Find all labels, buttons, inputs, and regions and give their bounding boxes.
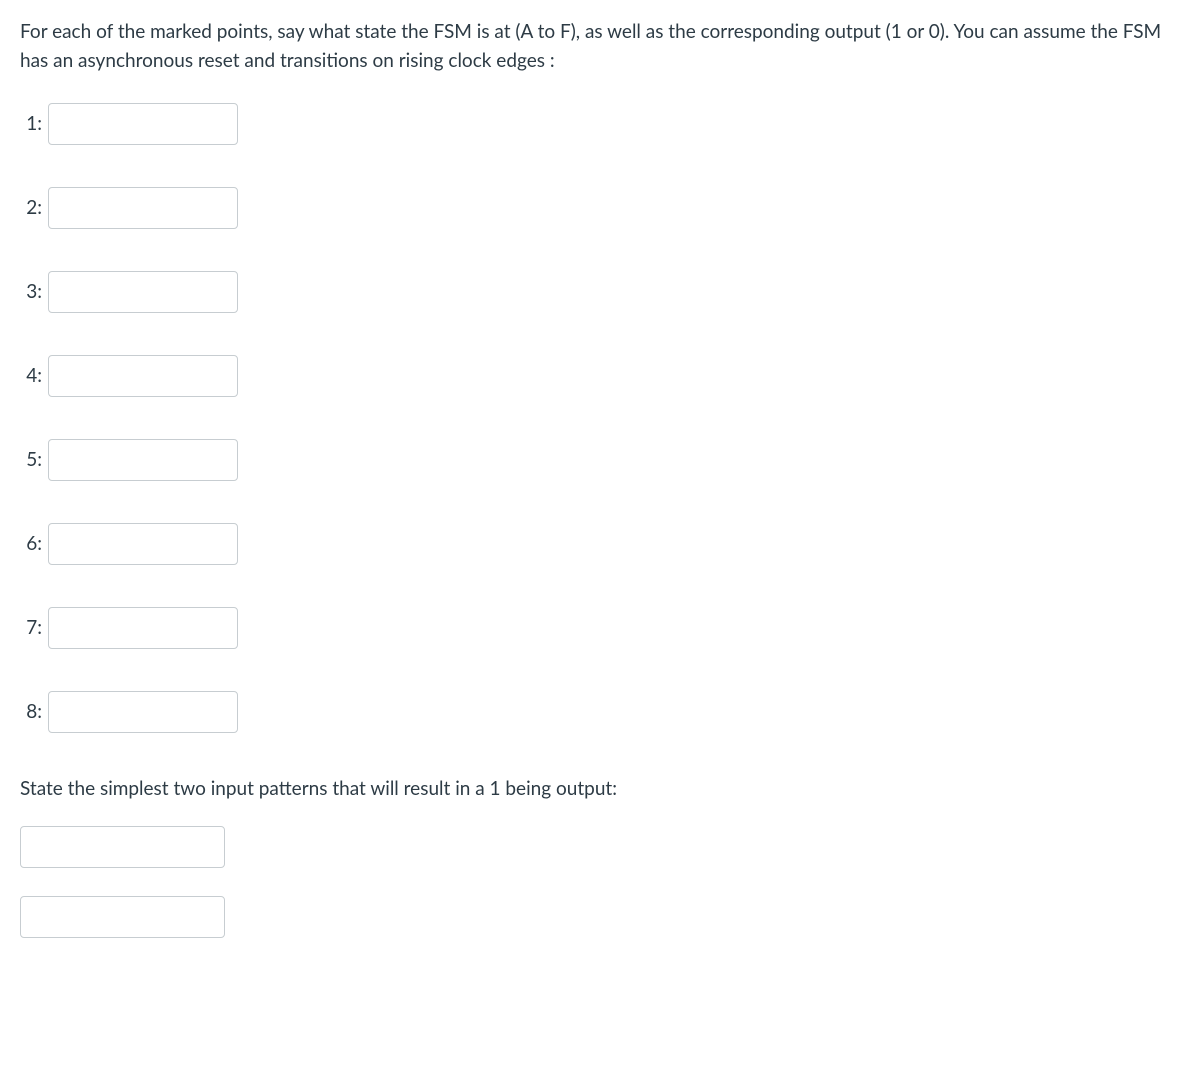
answer-input-8[interactable] xyxy=(48,691,238,733)
answer-input-6[interactable] xyxy=(48,523,238,565)
answer-row-5: 5: xyxy=(20,439,1180,481)
answer-label-6: 6: xyxy=(20,530,42,559)
answer-label-3: 3: xyxy=(20,278,42,307)
pattern-row-2 xyxy=(20,896,1180,938)
answer-row-7: 7: xyxy=(20,607,1180,649)
answer-row-6: 6: xyxy=(20,523,1180,565)
answer-label-7: 7: xyxy=(20,614,42,643)
answer-label-4: 4: xyxy=(20,362,42,391)
answer-input-7[interactable] xyxy=(48,607,238,649)
question-main-text: For each of the marked points, say what … xyxy=(20,18,1180,75)
answer-input-2[interactable] xyxy=(48,187,238,229)
pattern-input-2[interactable] xyxy=(20,896,225,938)
answer-row-4: 4: xyxy=(20,355,1180,397)
answer-label-2: 2: xyxy=(20,194,42,223)
answer-row-3: 3: xyxy=(20,271,1180,313)
answer-row-1: 1: xyxy=(20,103,1180,145)
answer-input-3[interactable] xyxy=(48,271,238,313)
answer-label-5: 5: xyxy=(20,446,42,475)
answer-row-2: 2: xyxy=(20,187,1180,229)
answer-label-8: 8: xyxy=(20,698,42,727)
answer-input-1[interactable] xyxy=(48,103,238,145)
pattern-row-1 xyxy=(20,826,1180,868)
answer-label-1: 1: xyxy=(20,110,42,139)
answer-input-4[interactable] xyxy=(48,355,238,397)
answer-row-8: 8: xyxy=(20,691,1180,733)
question-sub-text: State the simplest two input patterns th… xyxy=(20,775,1180,804)
pattern-input-1[interactable] xyxy=(20,826,225,868)
answer-input-5[interactable] xyxy=(48,439,238,481)
